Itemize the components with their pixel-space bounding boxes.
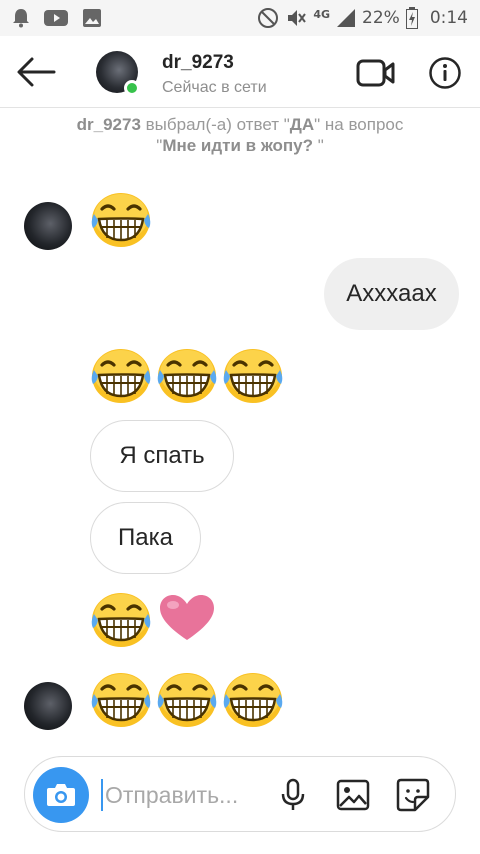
laughing-emoji [90,347,152,404]
message-bubble-outgoing[interactable]: Ахххаах [324,258,459,330]
status-bar: 4G 22% 0:14 [0,0,480,36]
laughing-emoji [222,347,284,404]
message-emoji [90,346,284,404]
battery-icon [405,7,418,29]
sticker-icon[interactable] [395,777,431,813]
laughing-emoji [222,671,284,728]
avatar[interactable] [24,202,72,250]
microphone-icon[interactable] [275,777,311,813]
youtube-icon [44,10,68,26]
message-emoji [90,590,218,648]
mute-icon [288,10,307,26]
signal-icon [337,9,356,27]
do-not-disturb-icon [258,8,279,28]
gallery-icon[interactable] [335,777,371,813]
system-message: dr_9273 выбрал(-а) ответ "ДА" на вопрос … [76,115,404,155]
message-bubble-incoming[interactable]: Я спать [90,420,234,492]
message-emoji [90,190,152,248]
video-call-icon[interactable] [356,58,396,88]
laughing-emoji [90,191,152,248]
camera-icon [47,784,75,806]
clock: 0:14 [429,8,468,28]
message-composer [24,756,456,832]
laughing-emoji [90,671,152,728]
system-message-question: Мне идти в жопу? [162,136,313,155]
network-type: 4G [313,7,331,21]
system-message-answer: ДА [289,115,315,134]
back-arrow-icon[interactable] [16,54,56,90]
system-message-user: dr_9273 [76,115,141,134]
camera-button[interactable] [33,767,89,823]
laughing-emoji [90,591,152,648]
battery-percent: 22% [362,8,400,28]
message-emoji [90,670,284,728]
notification-bell-icon [13,9,29,28]
gallery-icon [83,9,101,27]
laughing-emoji [156,671,218,728]
avatar[interactable] [24,682,72,730]
laughing-emoji [156,347,218,404]
info-icon[interactable] [428,56,462,90]
online-indicator [124,80,140,96]
message-bubble-incoming[interactable]: Пака [90,502,201,574]
message-input[interactable] [101,779,271,811]
pink-heart-emoji [160,595,214,640]
chat-header: dr_9273 Сейчас в сети [0,36,480,108]
username[interactable]: dr_9273 [162,52,234,74]
online-status: Сейчас в сети [162,79,267,96]
